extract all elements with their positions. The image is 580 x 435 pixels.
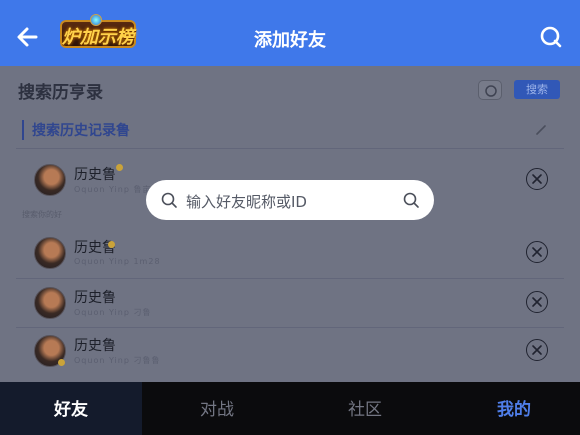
close-icon[interactable]	[526, 339, 548, 361]
list-item[interactable]: 历史鲁 Oquon Yinp 1m28	[0, 237, 580, 277]
search-icon[interactable]	[538, 24, 564, 50]
friend-sub: Oquon Yinp 刁鲁鲁	[74, 356, 161, 365]
tab-friends[interactable]: 好友	[0, 382, 142, 435]
tab-battle[interactable]: 对战	[146, 382, 288, 435]
avatar	[34, 287, 66, 319]
friend-name: 历史鲁	[74, 290, 116, 306]
divider	[16, 278, 564, 279]
friend-sub: Oquon Yinp 刁鲁	[74, 308, 152, 317]
search-button[interactable]: 搜索	[514, 80, 560, 99]
list-item[interactable]: 历史鲁 Oquon Yinp 刁鲁鲁	[0, 335, 580, 375]
history-subtitle: 搜索历史记录鲁	[22, 120, 130, 140]
badge-icon	[116, 164, 123, 171]
history-content: 搜索历亨录 搜索 搜索历史记录鲁 历史鲁 Oquon Yinp 鲁亩刁 搜索你的…	[0, 66, 580, 382]
search-placeholder: 输入好友昵称或ID	[186, 193, 307, 211]
section-title: 搜索历亨录	[18, 83, 103, 103]
close-icon[interactable]	[526, 168, 548, 190]
tab-community[interactable]: 社区	[294, 382, 436, 435]
friend-name: 历史鲁	[74, 167, 116, 183]
app-header: 炉加示榜 添加好友	[0, 0, 580, 66]
search-icon	[160, 191, 178, 209]
avatar	[34, 237, 66, 269]
page-title: 添加好友	[254, 30, 326, 51]
bottom-nav: 好友 对战 社区 我的	[0, 382, 580, 435]
search-submit-icon[interactable]	[402, 191, 420, 209]
divider	[16, 148, 564, 149]
group-label: 搜索你的好	[22, 210, 62, 219]
badge-icon	[58, 359, 65, 366]
list-item[interactable]: 历史鲁 Oquon Yinp 刁鲁	[0, 287, 580, 327]
edit-icon[interactable]	[534, 122, 548, 136]
friend-sub: Oquon Yinp 1m28	[74, 257, 161, 266]
friend-name: 历史鲁	[74, 338, 116, 354]
badge-icon	[108, 241, 115, 248]
clear-history-icon[interactable]	[478, 80, 502, 100]
close-icon[interactable]	[526, 291, 548, 313]
tab-mine[interactable]: 我的	[443, 382, 580, 435]
search-input[interactable]: 输入好友昵称或ID	[146, 180, 434, 220]
close-icon[interactable]	[526, 241, 548, 263]
avatar	[34, 164, 66, 196]
divider	[16, 327, 564, 328]
